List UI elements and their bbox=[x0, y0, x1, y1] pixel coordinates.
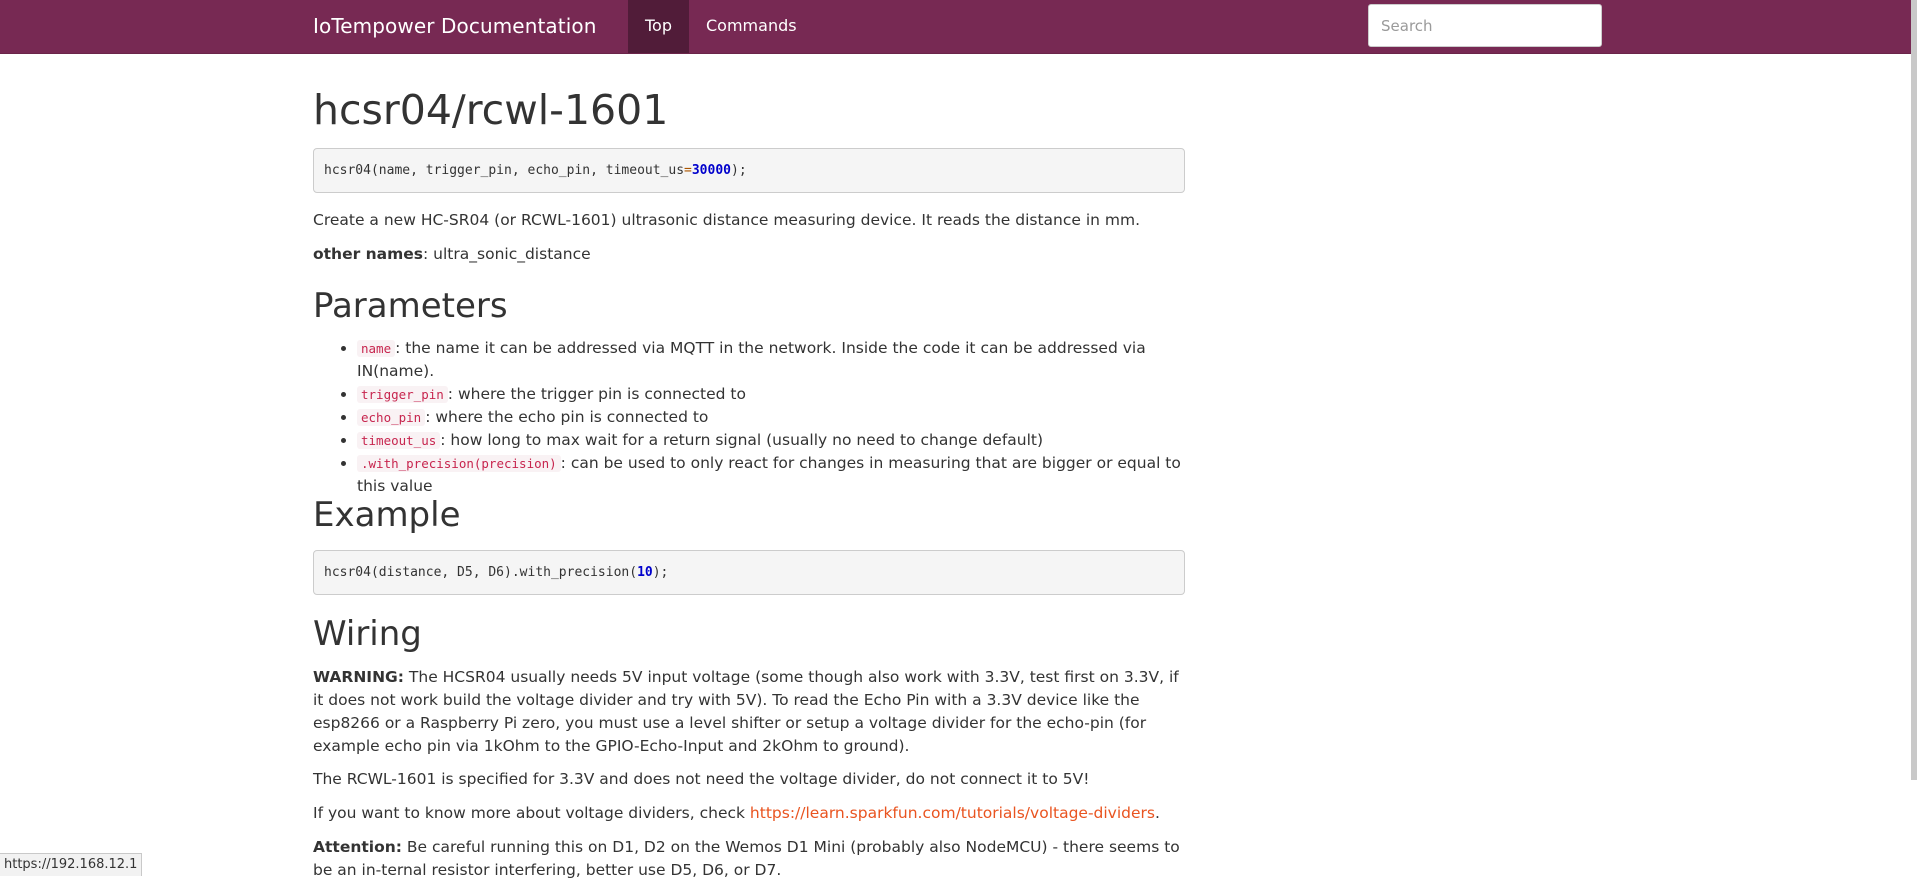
example-code-block: hcsr04(distance, D5, D6).with_precision(… bbox=[313, 550, 1185, 595]
other-names-value: : ultra_sonic_distance bbox=[423, 245, 591, 263]
signature-close: ); bbox=[731, 163, 747, 178]
wiring-heading: Wiring bbox=[313, 614, 422, 654]
divider-text: If you want to know more about voltage d… bbox=[313, 804, 750, 822]
param-code: timeout_us bbox=[357, 432, 441, 449]
voltage-divider-note: If you want to know more about voltage d… bbox=[313, 802, 1185, 825]
sparkfun-link[interactable]: https://learn.sparkfun.com/tutorials/vol… bbox=[750, 804, 1155, 822]
nav-link-top[interactable]: Top bbox=[628, 0, 689, 53]
list-item: .with_precision(precision): can be used … bbox=[357, 452, 1185, 498]
rcwl-note: The RCWL-1601 is specified for 3.3V and … bbox=[313, 770, 1090, 788]
example-code: hcsr04(distance, D5, D6).with_precision( bbox=[324, 565, 638, 580]
signature-code: hcsr04(name, trigger_pin, echo_pin, time… bbox=[324, 163, 685, 178]
list-item: timeout_us: how long to max wait for a r… bbox=[357, 429, 1185, 452]
param-text: : where the trigger pin is connected to bbox=[447, 385, 746, 403]
search-input[interactable] bbox=[1368, 4, 1602, 47]
param-text: : where the echo pin is connected to bbox=[425, 408, 709, 426]
signature-operator: = bbox=[684, 163, 692, 178]
param-code: name bbox=[357, 340, 396, 357]
example-code-number: 10 bbox=[637, 565, 653, 580]
param-code: echo_pin bbox=[357, 409, 426, 426]
attention-label: Attention: bbox=[313, 838, 402, 856]
param-code: trigger_pin bbox=[357, 386, 448, 403]
divider-end: . bbox=[1155, 804, 1160, 822]
parameters-heading: Parameters bbox=[313, 286, 508, 326]
param-text: : the name it can be addressed via MQTT … bbox=[357, 339, 1146, 380]
description: Create a new HC-SR04 (or RCWL-1601) ultr… bbox=[313, 211, 1141, 229]
wiring-warning: WARNING: The HCSR04 usually needs 5V inp… bbox=[313, 666, 1185, 758]
other-names: other names: ultra_sonic_distance bbox=[313, 243, 1185, 266]
list-item: name: the name it can be addressed via M… bbox=[357, 337, 1185, 383]
param-code: .with_precision(precision) bbox=[357, 455, 561, 472]
param-text: : how long to max wait for a return sign… bbox=[440, 431, 1044, 449]
attention-text: Be careful running this on D1, D2 on the… bbox=[313, 838, 1180, 879]
nav-link-commands[interactable]: Commands bbox=[690, 0, 813, 53]
parameters-list: name: the name it can be addressed via M… bbox=[313, 337, 1185, 498]
top-navbar: IoTempower Documentation Top Commands bbox=[0, 0, 1917, 54]
status-bar-url: https://192.168.12.1 bbox=[0, 853, 143, 876]
other-names-label: other names bbox=[313, 245, 424, 263]
warning-label: WARNING: bbox=[313, 668, 404, 686]
brand-link[interactable]: IoTempower Documentation bbox=[313, 14, 597, 38]
signature-code-block: hcsr04(name, trigger_pin, echo_pin, time… bbox=[313, 148, 1185, 193]
example-heading: Example bbox=[313, 495, 461, 535]
list-item: echo_pin: where the echo pin is connecte… bbox=[357, 406, 1185, 429]
page-title: hcsr04/rcwl-1601 bbox=[313, 86, 669, 134]
signature-default-value: 30000 bbox=[691, 163, 731, 178]
attention-note: Attention: Be careful running this on D1… bbox=[313, 836, 1185, 882]
example-code-close: ); bbox=[652, 565, 669, 580]
list-item: trigger_pin: where the trigger pin is co… bbox=[357, 383, 1185, 406]
warning-text: The HCSR04 usually needs 5V input voltag… bbox=[313, 668, 1179, 755]
vertical-scrollbar[interactable] bbox=[1911, 0, 1917, 780]
